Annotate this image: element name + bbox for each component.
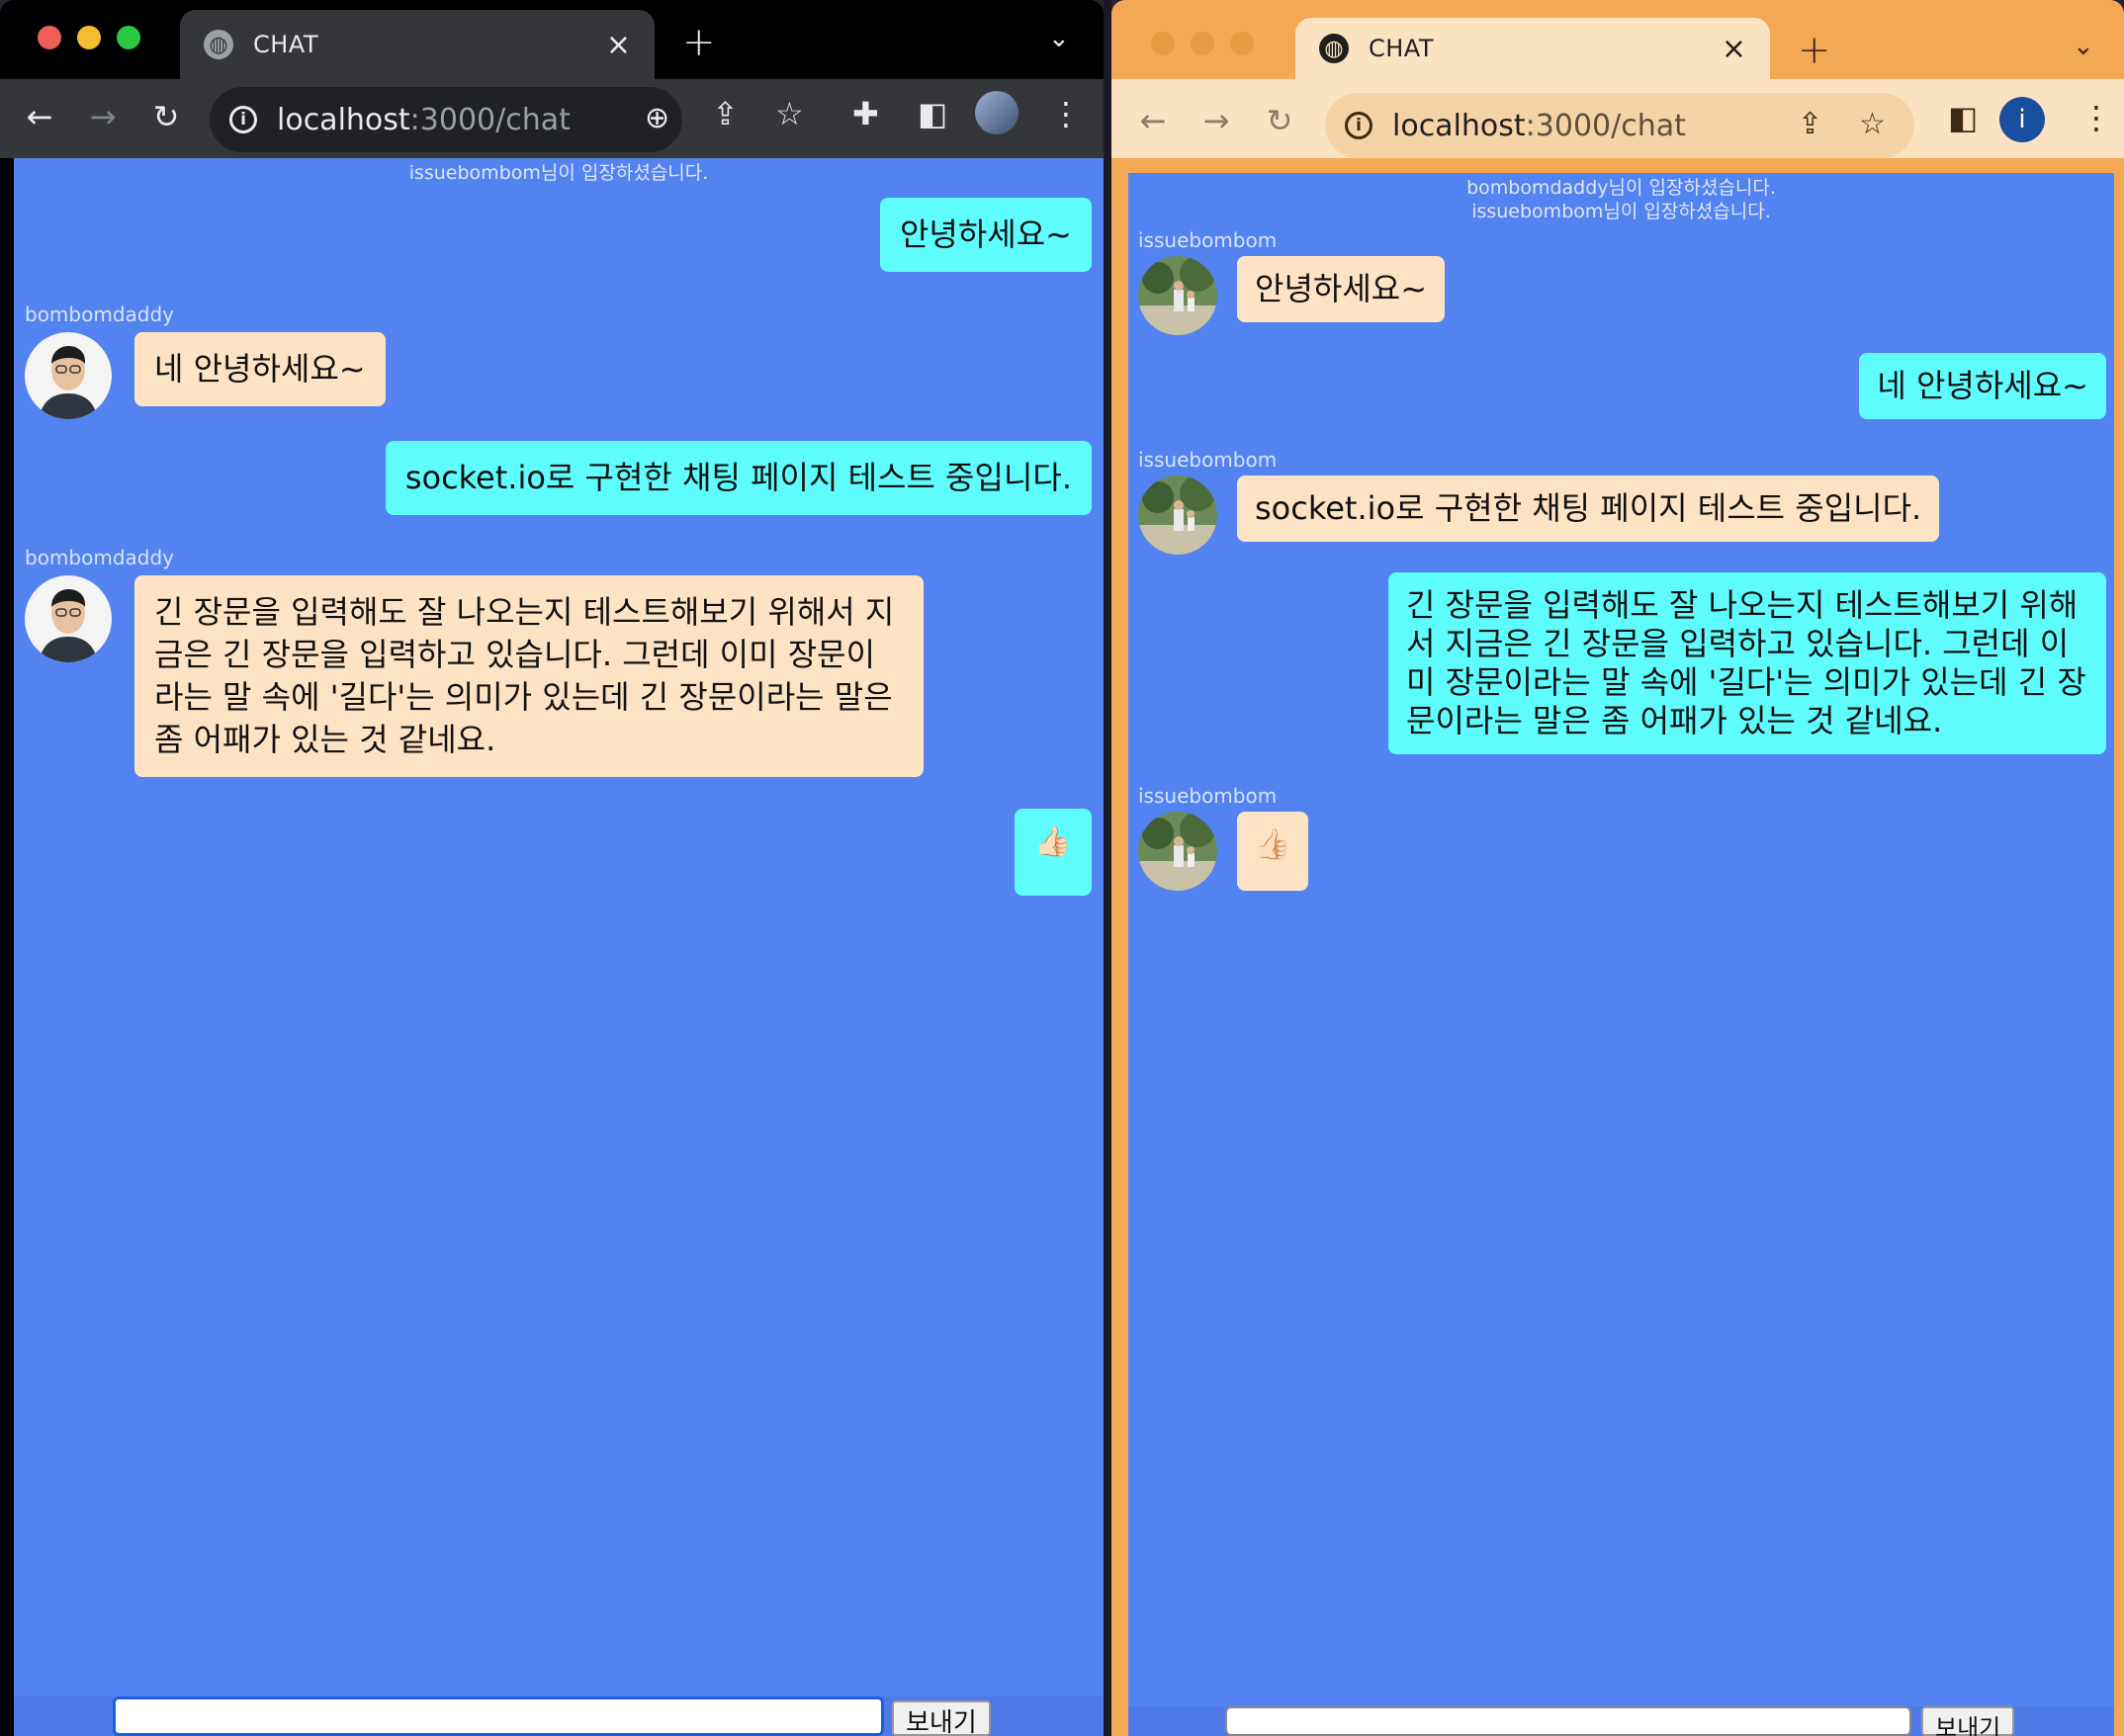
chat-input-bar: 보내기 bbox=[14, 1696, 1104, 1736]
zoom-window-button[interactable] bbox=[1230, 32, 1254, 55]
back-icon[interactable]: ← bbox=[18, 95, 61, 138]
tab-chat[interactable]: ◍ CHAT × bbox=[1295, 18, 1770, 79]
chat-input-bar: 보내기 bbox=[1128, 1706, 2114, 1736]
send-button[interactable]: 보내기 bbox=[1921, 1706, 2015, 1736]
browser-toolbar: ← → ↻ i localhost:3000/chat ⊕ ⇪ ☆ ✚ ◧ ⋮ bbox=[0, 79, 1104, 158]
message-username: issuebombom bbox=[1138, 784, 1278, 808]
zoom-icon[interactable]: ⊕ bbox=[645, 101, 669, 135]
close-window-button[interactable] bbox=[38, 26, 61, 49]
share-icon[interactable]: ⇪ bbox=[712, 95, 739, 132]
message-bubble-outgoing: 안녕하세요~ bbox=[879, 198, 1092, 272]
browser-window-left: ◍ CHAT × + ⌄ ← → ↻ i localhost:3000/chat… bbox=[0, 0, 1104, 1736]
zoom-window-button[interactable] bbox=[117, 26, 140, 49]
url-path: :3000/chat bbox=[1525, 108, 1686, 143]
browser-toolbar: ← → ↻ i localhost:3000/chat ⇪ ☆ ◧ i ⋮ bbox=[1111, 79, 2124, 158]
share-icon[interactable]: ⇪ bbox=[1798, 107, 1822, 141]
profile-icon[interactable] bbox=[975, 91, 1018, 134]
message-bubble-incoming: 긴 장문을 입력해도 잘 나오는지 테스트해보기 위해서 지금은 긴 장문을 입… bbox=[134, 575, 924, 777]
message-bubble-outgoing: 긴 장문을 입력해도 잘 나오는지 테스트해보기 위해서 지금은 긴 장문을 입… bbox=[1388, 572, 2106, 754]
forward-icon[interactable]: → bbox=[81, 95, 125, 138]
more-icon[interactable]: ⋮ bbox=[1050, 95, 1082, 132]
minimize-window-button[interactable] bbox=[77, 26, 101, 49]
chevron-down-icon[interactable]: ⌄ bbox=[2073, 32, 2094, 61]
window-gap bbox=[1104, 0, 1111, 1736]
message-bubble-outgoing: 네 안녕하세요~ bbox=[1859, 353, 2106, 419]
title-bar: ◍ CHAT × + ⌄ bbox=[1111, 0, 2124, 79]
send-button[interactable]: 보내기 bbox=[892, 1700, 991, 1736]
sidepanel-icon[interactable]: ◧ bbox=[918, 95, 947, 132]
system-message: issuebombom님이 입장하셨습니다. bbox=[408, 162, 709, 184]
profile-icon[interactable]: i bbox=[1999, 97, 2045, 142]
url-host: localhost bbox=[1392, 108, 1526, 143]
message-bubble-outgoing: 👍🏻 bbox=[1015, 809, 1092, 896]
message-username: bombomdaddy bbox=[25, 546, 175, 569]
tab-title: CHAT bbox=[253, 31, 319, 58]
message-bubble-incoming: 네 안녕하세요~ bbox=[134, 332, 386, 406]
url-host: localhost bbox=[277, 102, 410, 137]
close-window-button[interactable] bbox=[1151, 32, 1175, 55]
address-bar[interactable]: i localhost:3000/chat ⇪ ☆ bbox=[1325, 93, 1914, 158]
message-bubble-incoming: 안녕하세요~ bbox=[1237, 256, 1446, 322]
system-message: issuebombom님이 입장하셨습니다. bbox=[1471, 201, 1771, 222]
chat-area: bombomdaddy님이 입장하셨습니다. issuebombom님이 입장하… bbox=[1128, 173, 2114, 1736]
back-icon[interactable]: ← bbox=[1131, 99, 1175, 142]
reload-icon[interactable]: ↻ bbox=[144, 95, 188, 138]
globe-icon: ◍ bbox=[1319, 34, 1349, 63]
info-icon[interactable]: i bbox=[1345, 112, 1372, 139]
avatar bbox=[25, 575, 112, 662]
message-username: issuebombom bbox=[1138, 228, 1278, 252]
star-icon[interactable]: ☆ bbox=[775, 95, 804, 132]
globe-icon: ◍ bbox=[204, 30, 233, 59]
close-icon[interactable]: × bbox=[1722, 32, 1746, 66]
message-bubble-incoming: 👍🏻 bbox=[1237, 812, 1308, 891]
avatar bbox=[1138, 256, 1217, 335]
message-username: issuebombom bbox=[1138, 448, 1278, 472]
minimize-window-button[interactable] bbox=[1191, 32, 1214, 55]
chat-area: issuebombom님이 입장하셨습니다. 안녕하세요~ bombomdadd… bbox=[14, 158, 1104, 1736]
message-input[interactable] bbox=[113, 1696, 884, 1736]
message-username: bombomdaddy bbox=[25, 303, 175, 326]
avatar bbox=[1138, 812, 1217, 891]
info-icon[interactable]: i bbox=[229, 106, 257, 133]
avatar bbox=[25, 332, 112, 419]
title-bar: ◍ CHAT × + ⌄ bbox=[0, 0, 1104, 79]
tab-chat[interactable]: ◍ CHAT × bbox=[180, 10, 655, 79]
url-path: :3000/chat bbox=[409, 102, 571, 137]
plus-icon[interactable]: + bbox=[682, 20, 716, 65]
avatar bbox=[1138, 476, 1217, 555]
browser-window-right: ◍ CHAT × + ⌄ ← → ↻ i localhost:3000/chat… bbox=[1111, 0, 2124, 1736]
message-bubble-incoming: socket.io로 구현한 채팅 페이지 테스트 중입니다. bbox=[1237, 476, 1940, 542]
extensions-icon[interactable]: ✚ bbox=[852, 95, 879, 132]
system-message: bombomdaddy님이 입장하셨습니다. bbox=[1466, 177, 1776, 199]
message-bubble-outgoing: socket.io로 구현한 채팅 페이지 테스트 중입니다. bbox=[385, 441, 1092, 515]
more-icon[interactable]: ⋮ bbox=[2080, 99, 2112, 136]
address-bar[interactable]: i localhost:3000/chat ⊕ bbox=[210, 87, 682, 152]
plus-icon[interactable]: + bbox=[1798, 28, 1831, 73]
star-icon[interactable]: ☆ bbox=[1859, 107, 1886, 141]
forward-icon[interactable]: → bbox=[1195, 99, 1238, 142]
tab-title: CHAT bbox=[1369, 35, 1435, 62]
reload-icon[interactable]: ↻ bbox=[1258, 99, 1301, 142]
close-icon[interactable]: × bbox=[606, 28, 631, 62]
chevron-down-icon[interactable]: ⌄ bbox=[1048, 24, 1070, 53]
message-input[interactable] bbox=[1225, 1706, 1911, 1736]
sidepanel-icon[interactable]: ◧ bbox=[1948, 99, 1978, 136]
